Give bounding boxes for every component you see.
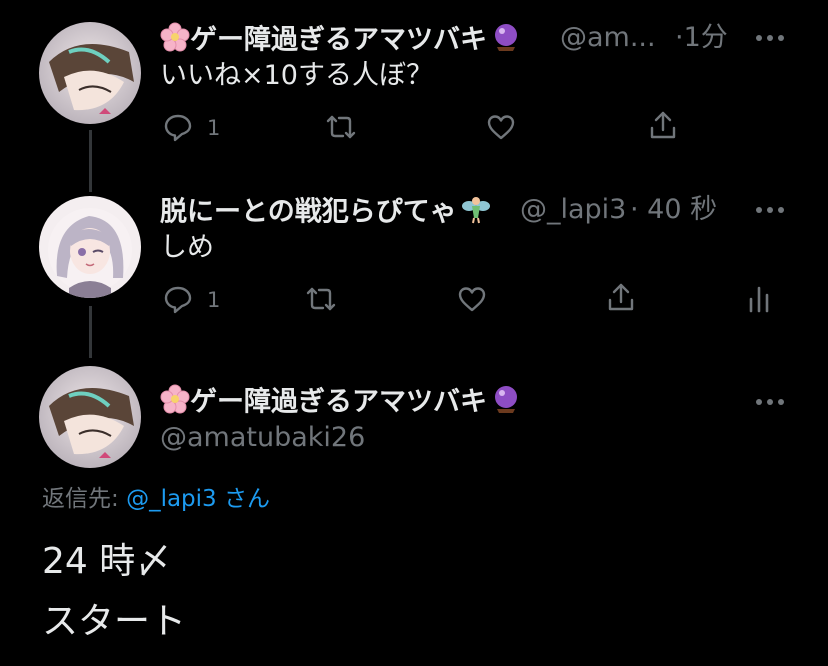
fairy-icon <box>461 194 491 232</box>
avatar-amatubaki[interactable] <box>39 366 141 468</box>
main-tweet-text-line1: 24 時〆 <box>42 541 172 582</box>
analytics-icon[interactable] <box>744 284 774 314</box>
thread-line <box>89 306 92 358</box>
share-icon[interactable] <box>606 282 636 312</box>
like-icon[interactable] <box>457 284 487 314</box>
cherry-blossom-icon <box>160 384 190 422</box>
cherry-blossom-icon <box>160 22 190 60</box>
retweet-icon[interactable] <box>326 112 356 142</box>
reply-icon[interactable] <box>163 112 193 142</box>
replying-to-label: 返信先: <box>42 486 119 512</box>
handle[interactable]: @amatubaki26 <box>160 422 365 454</box>
display-name-text: 脱にーとの戦犯らぴてゃ <box>160 196 457 228</box>
timestamp[interactable]: · 40 秒 <box>630 194 717 226</box>
retweet-icon[interactable] <box>306 284 336 314</box>
replying-to: 返信先: @_lapi3 さん <box>42 484 270 514</box>
crystal-ball-icon <box>491 22 521 60</box>
reply-icon[interactable] <box>163 284 193 314</box>
more-icon[interactable] <box>756 398 784 406</box>
like-icon[interactable] <box>486 112 516 142</box>
main-tweet-text-line2: スタート <box>42 601 187 642</box>
display-name[interactable]: 脱にーとの戦犯らぴてゃ <box>160 194 491 232</box>
tweet-text: いいね×10する人ぼ？ <box>160 60 433 91</box>
replying-to-link[interactable]: @_lapi3 さん <box>126 486 270 512</box>
handle[interactable]: @am... <box>560 22 656 54</box>
display-name-text: ゲー障過ぎるアマツバキ <box>190 386 487 418</box>
more-icon[interactable] <box>756 34 784 42</box>
thread-line <box>89 130 92 192</box>
display-name[interactable]: ゲー障過ぎるアマツバキ <box>160 384 521 422</box>
timestamp[interactable]: ·1分 <box>675 22 728 54</box>
crystal-ball-icon <box>491 384 521 422</box>
avatar-lapi3[interactable] <box>39 196 141 298</box>
reply-count: 1 <box>207 288 221 312</box>
avatar-amatubaki[interactable] <box>39 22 141 124</box>
tweet-text: しめ <box>160 232 214 263</box>
handle[interactable]: @_lapi3 <box>520 194 626 226</box>
more-icon[interactable] <box>756 206 784 214</box>
share-icon[interactable] <box>648 110 678 140</box>
display-name-text: ゲー障過ぎるアマツバキ <box>190 24 487 56</box>
reply-count: 1 <box>207 116 221 140</box>
display-name[interactable]: ゲー障過ぎるアマツバキ <box>160 22 521 60</box>
